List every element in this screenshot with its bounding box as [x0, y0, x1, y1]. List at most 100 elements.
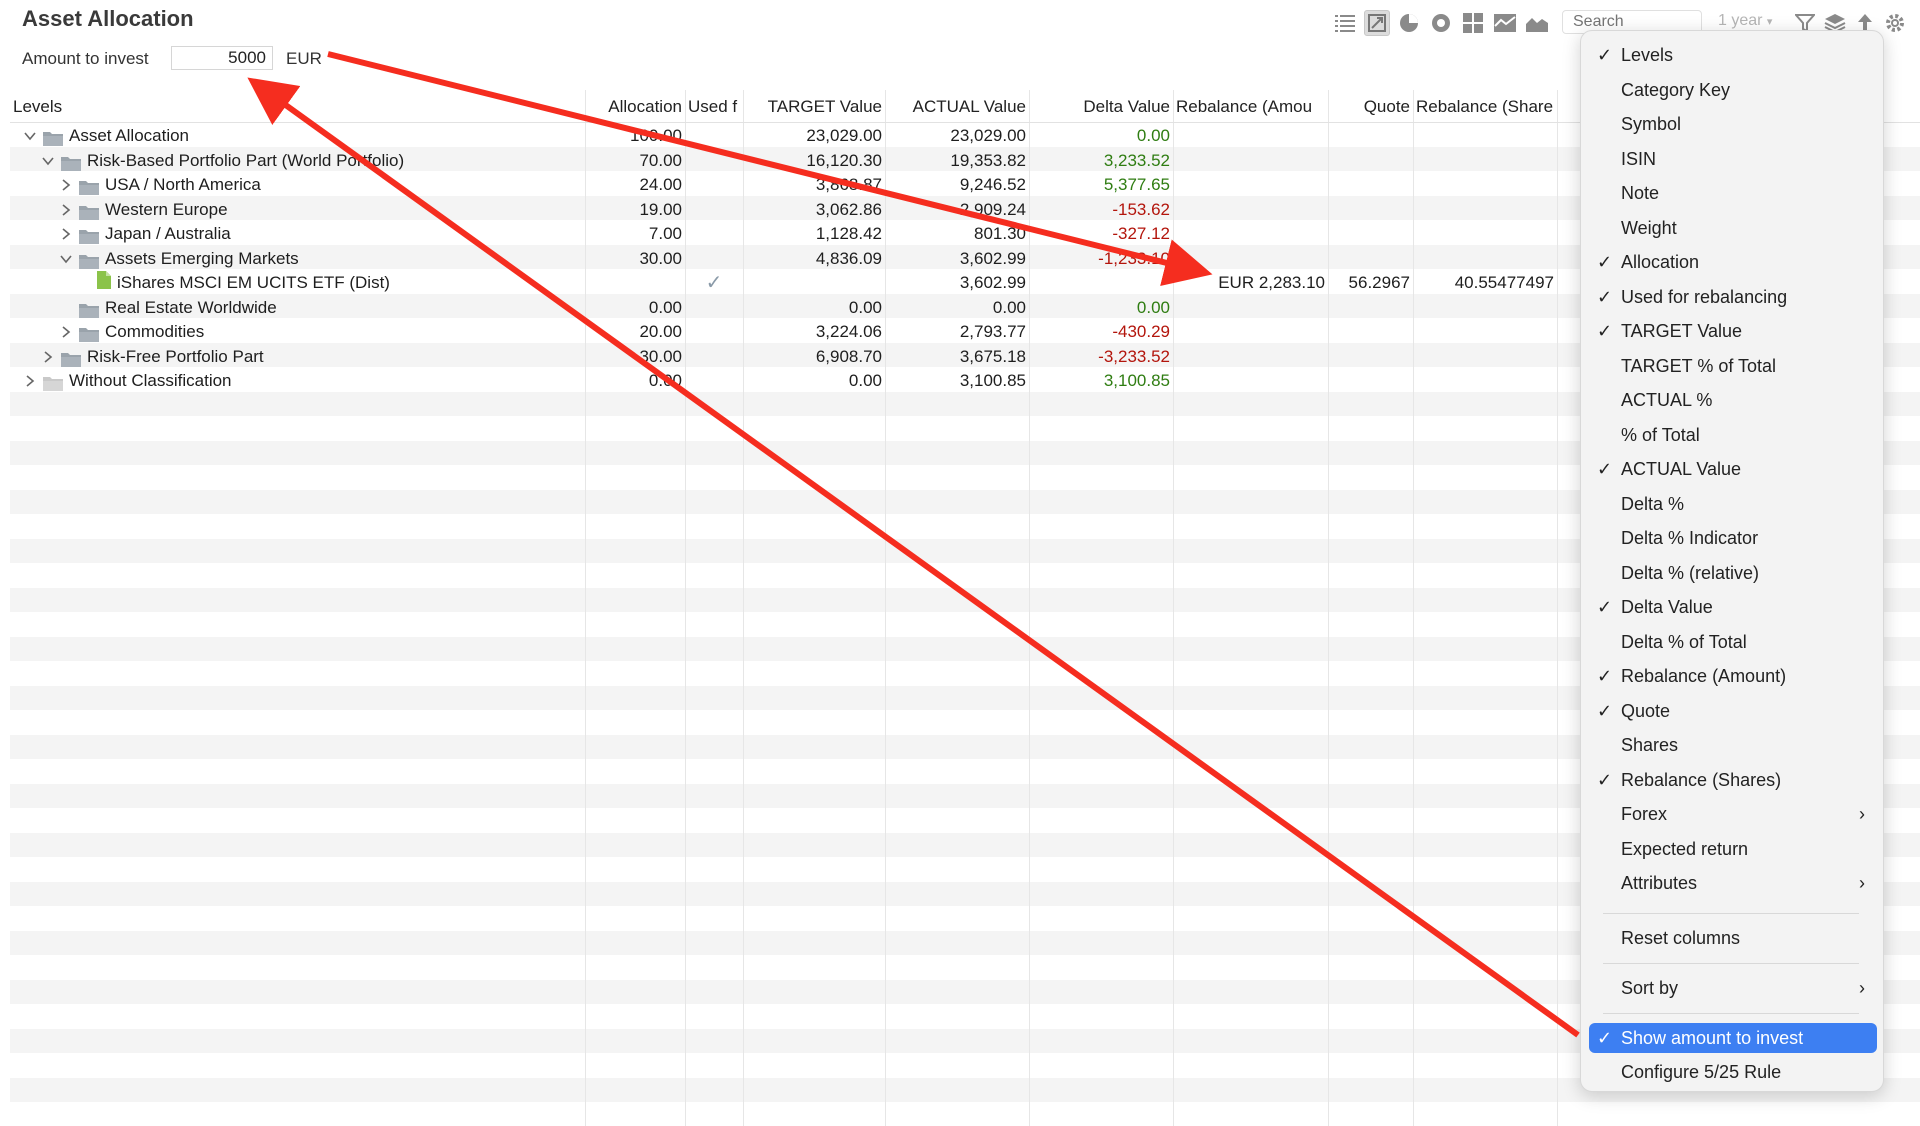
rebalance-amount-cell [1173, 222, 1328, 247]
level-name: Assets Emerging Markets [105, 248, 299, 268]
menu-item-rebalance-amount[interactable]: ✓ Rebalance (Amount) [1589, 661, 1877, 691]
menu-item-actual-value[interactable]: ✓ ACTUAL Value [1589, 454, 1877, 484]
menu-item-target-value[interactable]: ✓ TARGET Value [1589, 316, 1877, 346]
menu-item-label: Forex [1621, 804, 1668, 824]
treemap-icon[interactable] [1460, 10, 1486, 36]
allocation-cell: 20.00 [639, 322, 682, 341]
target-value-cell: 3,062.86 [815, 199, 882, 219]
menu-item-levels[interactable]: ✓ Levels [1589, 40, 1877, 70]
menu-item-delta-value[interactable]: ✓ Delta Value [1589, 592, 1877, 622]
menu-item-used-for-rebalancing[interactable]: ✓ Used for rebalancing [1589, 282, 1877, 312]
actual-value-cell: 23,029.00 [950, 126, 1026, 145]
rebalance-amount-cell [1173, 320, 1328, 345]
chevron-right-icon[interactable] [41, 350, 55, 364]
level-name: Risk-Based Portfolio Part (World Portfol… [87, 150, 405, 170]
used-for-rebalancing-check[interactable] [685, 222, 743, 247]
period-dropdown[interactable]: 1 year ▾ [1718, 12, 1772, 30]
menu-item-quote[interactable]: ✓ Quote [1589, 696, 1877, 726]
col-header-target-value[interactable]: TARGET Value [743, 88, 885, 122]
column-context-menu: ✓ Levels Category Key Symbol ISIN Note W… [1580, 30, 1884, 1092]
menu-item-delta-of-total[interactable]: Delta % of Total [1589, 627, 1877, 657]
menu-item-category-key[interactable]: Category Key [1589, 75, 1877, 105]
chevron-down-icon[interactable] [41, 154, 55, 168]
chevron-right-icon[interactable] [59, 203, 73, 217]
quote-cell [1328, 296, 1413, 321]
folder-icon [43, 129, 63, 147]
used-for-rebalancing-check[interactable] [685, 247, 743, 272]
menu-item-of-total[interactable]: % of Total [1589, 420, 1877, 450]
menu-item-target-of-total[interactable]: TARGET % of Total [1589, 351, 1877, 381]
delta-value-cell: 0.00 [1136, 297, 1170, 317]
quote-cell [1328, 369, 1413, 394]
chevron-right-icon[interactable] [59, 325, 73, 339]
used-for-rebalancing-check[interactable] [685, 369, 743, 394]
area-chart-icon[interactable] [1524, 10, 1550, 36]
used-for-rebalancing-check[interactable] [685, 124, 743, 149]
menu-item-label: Show amount to invest [1621, 1027, 1804, 1048]
menu-item-delta-relative[interactable]: Delta % (relative) [1589, 558, 1877, 588]
menu-item-delta-indicator[interactable]: Delta % Indicator [1589, 523, 1877, 553]
used-for-rebalancing-check[interactable] [685, 173, 743, 198]
col-header-actual-value[interactable]: ACTUAL Value [885, 88, 1029, 122]
menu-item-symbol[interactable]: Symbol [1589, 109, 1877, 139]
menu-item-isin[interactable]: ISIN [1589, 144, 1877, 174]
menu-item-weight[interactable]: Weight [1589, 213, 1877, 243]
menu-item-label: Rebalance (Amount) [1621, 666, 1787, 686]
chevron-down-icon: ▾ [1766, 16, 1773, 28]
allocation-cell: 0.00 [648, 371, 682, 390]
rebalance-amount-cell [1173, 369, 1328, 394]
menu-item-actual[interactable]: ACTUAL % [1589, 385, 1877, 415]
chevron-right-icon: › [1859, 873, 1865, 893]
menu-item-delta[interactable]: Delta % [1589, 489, 1877, 519]
menu-item-allocation[interactable]: ✓ Allocation [1589, 247, 1877, 277]
col-header-used[interactable]: Used f [685, 88, 743, 122]
pie-chart-icon[interactable] [1396, 10, 1422, 36]
menu-item-label: Used for rebalancing [1621, 286, 1788, 307]
menu-item-sort-by[interactable]: Sort by › [1589, 973, 1877, 1003]
donut-chart-icon[interactable] [1428, 10, 1454, 36]
menu-item-note[interactable]: Note [1589, 178, 1877, 208]
menu-item-rebalance-shares[interactable]: ✓ Rebalance (Shares) [1589, 765, 1877, 795]
col-header-allocation[interactable]: Allocation [585, 88, 685, 122]
used-for-rebalancing-check[interactable] [685, 345, 743, 370]
menu-item-label: Shares [1621, 735, 1679, 755]
menu-item-forex[interactable]: Forex › [1589, 799, 1877, 829]
list-icon[interactable] [1332, 10, 1358, 36]
menu-item-shares[interactable]: Shares [1589, 730, 1877, 760]
used-for-rebalancing-check[interactable] [685, 149, 743, 174]
chevron-right-icon[interactable] [59, 227, 73, 241]
expander-placeholder [77, 276, 91, 290]
menu-item-reset-columns[interactable]: Reset columns [1589, 923, 1877, 953]
chevron-down-icon[interactable] [23, 129, 37, 143]
settings-icon[interactable] [1882, 10, 1908, 36]
delta-value-cell: 0.00 [1136, 126, 1170, 145]
stacked-area-icon[interactable] [1492, 10, 1518, 36]
checkmark-icon: ✓ [1597, 700, 1613, 721]
used-for-rebalancing-check[interactable] [685, 198, 743, 223]
chevron-right-icon[interactable] [59, 178, 73, 192]
menu-item-attributes[interactable]: Attributes › [1589, 868, 1877, 898]
page-title: Asset Allocation [22, 6, 194, 31]
chevron-down-icon[interactable] [59, 252, 73, 266]
actual-value-cell: 2,909.24 [959, 199, 1026, 219]
chevron-right-icon: › [1859, 977, 1865, 998]
menu-item-expected-return[interactable]: Expected return [1589, 834, 1877, 864]
used-for-rebalancing-check[interactable] [685, 320, 743, 345]
amount-to-invest-input[interactable] [171, 46, 273, 70]
allocation-cell: 24.00 [639, 175, 682, 194]
col-header-rebalance-amount[interactable]: Rebalance (Amou [1173, 88, 1328, 122]
rebalance-shares-cell [1413, 369, 1557, 394]
chevron-right-icon[interactable] [23, 374, 37, 388]
folder-icon [61, 350, 81, 367]
used-for-rebalancing-check[interactable] [685, 296, 743, 321]
menu-item-show-amount-to-invest[interactable]: ✓ Show amount to invest [1589, 1022, 1877, 1053]
used-for-rebalancing-check[interactable]: ✓ [685, 271, 743, 296]
col-header-delta-value[interactable]: Delta Value [1029, 88, 1173, 122]
col-header-quote[interactable]: Quote [1328, 88, 1413, 122]
pivot-icon[interactable] [1364, 10, 1390, 36]
menu-item-label: ACTUAL % [1621, 390, 1713, 410]
quote-cell [1328, 247, 1413, 272]
menu-item-configure-5-25-rule[interactable]: Configure 5/25 Rule [1589, 1057, 1877, 1087]
col-header-levels[interactable]: Levels [10, 88, 585, 122]
col-header-rebalance-shares[interactable]: Rebalance (Share [1413, 88, 1557, 122]
